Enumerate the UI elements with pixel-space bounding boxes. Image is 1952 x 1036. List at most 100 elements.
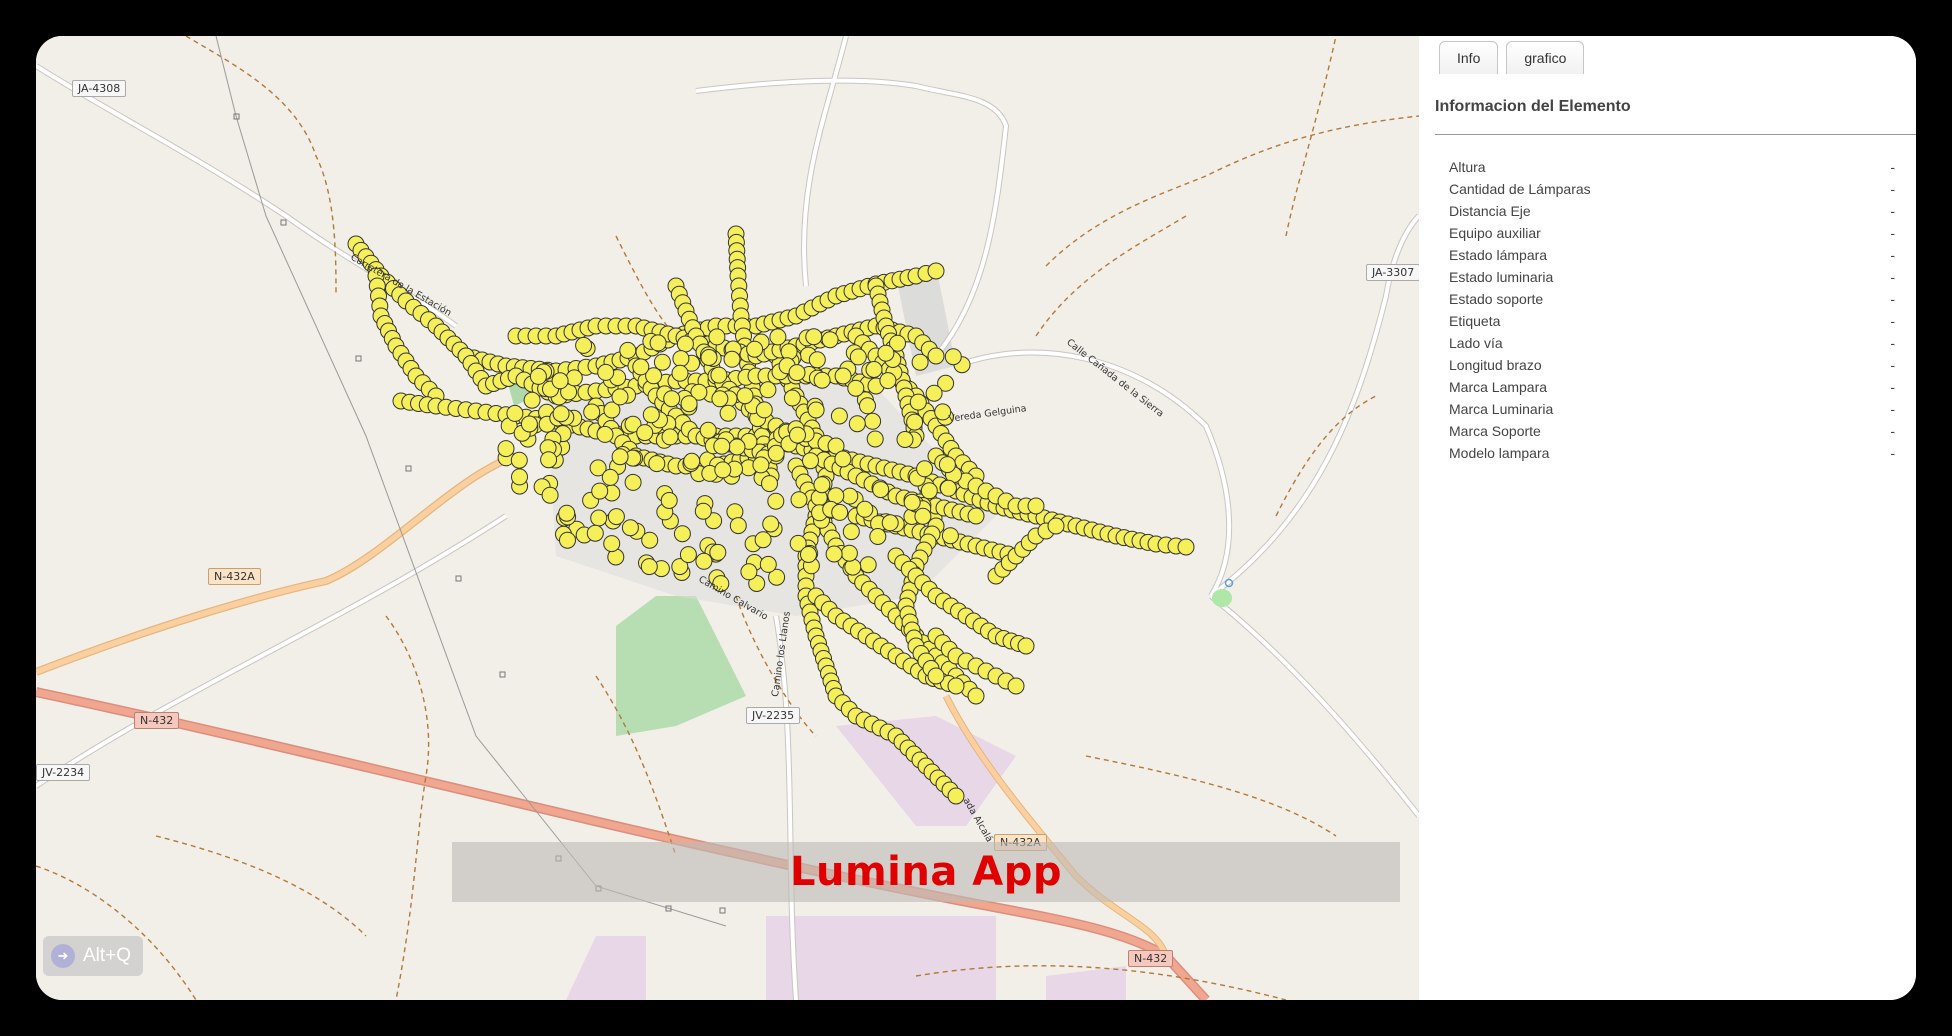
lamp-marker[interactable] xyxy=(800,546,817,563)
lamp-marker[interactable] xyxy=(672,350,690,368)
lamp-marker[interactable] xyxy=(848,415,866,433)
lamp-marker[interactable] xyxy=(967,687,985,705)
lamp-marker[interactable] xyxy=(881,514,899,532)
lamp-marker[interactable] xyxy=(808,351,826,369)
lamp-marker[interactable] xyxy=(865,361,883,378)
lamp-marker[interactable] xyxy=(624,473,642,491)
lamp-marker[interactable] xyxy=(903,493,921,511)
tab-grafico[interactable]: grafico xyxy=(1506,41,1585,74)
lamp-marker[interactable] xyxy=(947,677,965,695)
lamp-marker[interactable] xyxy=(510,451,528,469)
lamp-marker[interactable] xyxy=(680,395,698,413)
tab-info[interactable]: Info xyxy=(1439,41,1499,74)
lamp-marker[interactable] xyxy=(830,407,848,425)
map-view[interactable]: JA-4308 JA-3307 N-432A N-432 JV-2234 JV-… xyxy=(36,36,1419,1000)
lamp-marker[interactable] xyxy=(927,347,945,365)
lamp-marker[interactable] xyxy=(831,503,849,521)
lamp-marker[interactable] xyxy=(746,340,764,358)
lamp-marker[interactable] xyxy=(653,353,671,371)
lamp-marker[interactable] xyxy=(683,452,701,470)
lamp-marker[interactable] xyxy=(679,546,697,564)
lamp-marker[interactable] xyxy=(783,389,801,407)
lamp-marker[interactable] xyxy=(591,482,609,500)
lamp-marker[interactable] xyxy=(529,367,547,385)
lamp-marker[interactable] xyxy=(780,343,798,361)
lamp-marker[interactable] xyxy=(552,405,570,423)
lamp-marker[interactable] xyxy=(1027,497,1045,515)
lamp-marker[interactable] xyxy=(511,468,528,486)
lamp-marker[interactable] xyxy=(699,421,717,439)
lamp-marker[interactable] xyxy=(944,348,962,366)
lamp-marker[interactable] xyxy=(1007,677,1025,695)
lamp-marker[interactable] xyxy=(700,349,718,366)
lamp-marker[interactable] xyxy=(714,461,732,479)
lamp-marker[interactable] xyxy=(661,428,679,446)
lamp-marker[interactable] xyxy=(676,335,694,353)
lamp-marker[interactable] xyxy=(523,391,541,409)
lamp-marker[interactable] xyxy=(540,451,558,469)
lamp-marker[interactable] xyxy=(726,503,744,521)
lamp-marker[interactable] xyxy=(840,544,858,562)
lamp-marker[interactable] xyxy=(695,552,713,570)
lamp-marker[interactable] xyxy=(551,372,569,390)
lamp-marker[interactable] xyxy=(759,555,777,573)
lamp-marker[interactable] xyxy=(849,348,867,366)
lamp-marker[interactable] xyxy=(640,558,658,576)
lamp-marker[interactable] xyxy=(575,336,593,354)
lamp-marker[interactable] xyxy=(939,479,957,497)
lamp-marker[interactable] xyxy=(611,388,629,406)
lamp-marker[interactable] xyxy=(869,528,887,545)
lamp-marker[interactable] xyxy=(938,456,956,474)
lamp-marker[interactable] xyxy=(1017,637,1035,655)
lamp-marker[interactable] xyxy=(866,430,884,448)
lamp-marker[interactable] xyxy=(967,507,985,525)
lamp-marker[interactable] xyxy=(619,341,637,359)
lamp-marker[interactable] xyxy=(713,437,731,455)
lamp-marker[interactable] xyxy=(671,364,689,382)
lamp-marker[interactable] xyxy=(911,353,929,371)
lamp-marker[interactable] xyxy=(821,331,839,349)
lamp-marker[interactable] xyxy=(906,413,924,431)
lamp-marker[interactable] xyxy=(916,460,934,478)
lamp-marker[interactable] xyxy=(755,401,773,419)
lamp-marker[interactable] xyxy=(941,527,959,545)
lamp-marker[interactable] xyxy=(813,371,831,389)
lamp-marker[interactable] xyxy=(759,381,777,399)
lamp-marker[interactable] xyxy=(877,344,895,362)
lamp-marker[interactable] xyxy=(729,517,747,535)
lamp-marker[interactable] xyxy=(925,384,943,402)
lamp-marker[interactable] xyxy=(607,508,625,526)
lamp-marker[interactable] xyxy=(596,425,614,443)
lamp-marker[interactable] xyxy=(761,475,778,493)
lamp-marker[interactable] xyxy=(825,545,843,563)
lamp-marker[interactable] xyxy=(506,404,524,422)
lamp-marker[interactable] xyxy=(719,404,737,422)
lamp-marker[interactable] xyxy=(914,507,932,525)
lamp-marker[interactable] xyxy=(649,334,667,352)
lamp-marker[interactable] xyxy=(621,519,639,537)
lamp-marker[interactable] xyxy=(565,369,583,387)
lamp-marker[interactable] xyxy=(856,500,874,518)
lamp-marker[interactable] xyxy=(813,476,831,494)
lamp-marker[interactable] xyxy=(927,667,945,685)
lamp-marker[interactable] xyxy=(802,452,819,470)
lamp-marker[interactable] xyxy=(603,535,621,553)
lamp-marker[interactable] xyxy=(790,491,808,509)
lamp-marker[interactable] xyxy=(864,412,882,430)
lamp-marker[interactable] xyxy=(710,366,728,384)
lamp-marker[interactable] xyxy=(896,431,914,448)
lamp-marker[interactable] xyxy=(641,531,659,549)
lamp-marker[interactable] xyxy=(909,393,927,411)
lamp-marker[interactable] xyxy=(660,492,678,509)
lamp-marker[interactable] xyxy=(648,455,666,473)
lamp-marker[interactable] xyxy=(590,509,608,527)
lamp-marker[interactable] xyxy=(586,524,604,542)
lamp-marker[interactable] xyxy=(632,358,650,376)
lamp-marker[interactable] xyxy=(601,468,619,486)
lamp-marker[interactable] xyxy=(663,390,681,408)
lamp-marker[interactable] xyxy=(807,401,825,419)
lamp-marker[interactable] xyxy=(711,390,729,408)
lamp-marker[interactable] xyxy=(788,364,806,382)
lamp-marker[interactable] xyxy=(673,525,691,543)
lamp-marker[interactable] xyxy=(559,531,576,549)
